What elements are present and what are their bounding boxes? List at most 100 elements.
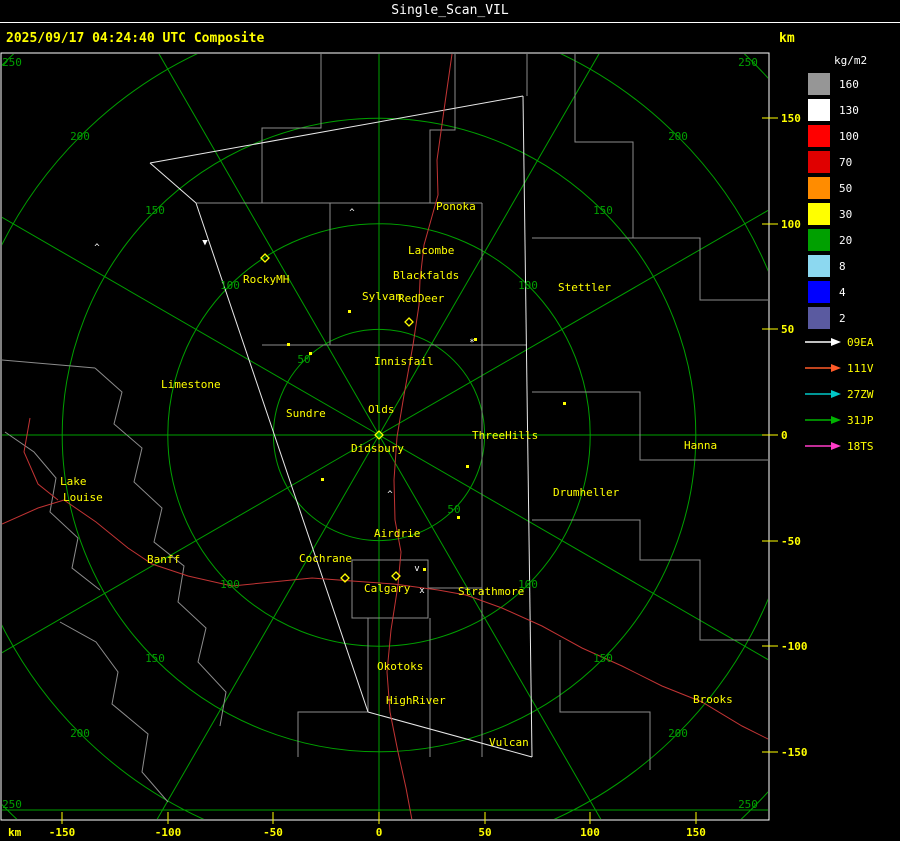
ring-label: 150 bbox=[593, 652, 613, 665]
town-dot bbox=[563, 402, 566, 405]
ring-label: 200 bbox=[668, 727, 688, 740]
city-label: Ponoka bbox=[436, 200, 476, 213]
county-boundary bbox=[532, 519, 768, 641]
radial-line bbox=[378, 209, 768, 436]
legend-entry: 100 bbox=[808, 125, 900, 147]
legend-value: 4 bbox=[839, 285, 846, 299]
city-label: Limestone bbox=[161, 378, 221, 391]
town-dot bbox=[457, 516, 460, 519]
header-row: 2025/09/17 04:24:40 UTC Composite km bbox=[0, 23, 900, 52]
city-label: Sundre bbox=[286, 407, 326, 420]
county-boundary bbox=[261, 54, 322, 203]
storm-track-row: 27ZW bbox=[804, 387, 900, 401]
city-label: HighRiver bbox=[386, 694, 446, 707]
city-label: Calgary bbox=[364, 582, 411, 595]
city-label: Stettler bbox=[558, 281, 611, 294]
ring-label: 200 bbox=[70, 727, 90, 740]
ring-label: 250 bbox=[2, 56, 22, 69]
legend-swatch bbox=[808, 125, 830, 147]
right-axis-label: 0 bbox=[781, 429, 788, 442]
city-label: Lake bbox=[60, 475, 87, 488]
legend-swatch bbox=[808, 73, 830, 95]
city-label: Olds bbox=[368, 403, 395, 416]
storm-arrow-head bbox=[831, 390, 841, 398]
storm-arrow-head bbox=[831, 416, 841, 424]
city-label: Airdrie bbox=[374, 527, 420, 540]
city-label: Cochrane bbox=[299, 552, 352, 565]
legend-value: 30 bbox=[839, 207, 853, 221]
radial-line bbox=[378, 434, 768, 661]
bottom-axis-label: -150 bbox=[49, 826, 76, 839]
storm-cell-marker: ^ bbox=[349, 208, 355, 218]
ring-label: 100 bbox=[220, 578, 240, 591]
storm-track-list: 09EA 111V 27ZW 31JP 18TS bbox=[802, 335, 900, 453]
legend-entry: 50 bbox=[808, 177, 900, 199]
ring-label: 150 bbox=[593, 204, 613, 217]
city-label: Vulcan bbox=[489, 736, 529, 749]
ring-label: 200 bbox=[668, 130, 688, 143]
county-boundary bbox=[59, 621, 169, 803]
legend-value: 8 bbox=[839, 259, 846, 273]
ring-label: 150 bbox=[145, 652, 165, 665]
legend-swatch bbox=[808, 281, 830, 303]
storm-cell-marker: v bbox=[414, 564, 419, 574]
city-labels: Ponoka Lacombe Blackfalds SylvanRedDeer Rock… bbox=[60, 200, 733, 749]
storm-arrow-head bbox=[831, 364, 841, 372]
legend-unit-label: kg/m2 bbox=[834, 54, 868, 67]
city-label: Lacombe bbox=[408, 244, 454, 257]
storm-cell-marker: x bbox=[419, 586, 425, 596]
city-label: Innisfail bbox=[374, 355, 434, 368]
city-label: Okotoks bbox=[377, 660, 423, 673]
bottom-axis-label: 150 bbox=[686, 826, 706, 839]
bottom-axis-label: -100 bbox=[155, 826, 182, 839]
county-boundary bbox=[532, 391, 768, 461]
storm-track-row: 111V bbox=[804, 362, 900, 375]
county-boundary bbox=[297, 711, 368, 757]
legend-swatch bbox=[808, 177, 830, 199]
map-canvas[interactable]: 250 200 150 100 50 100 150 200 250 100 150 200 250 50… bbox=[0, 52, 830, 841]
legend-entries: 160 130 100 70 50 30 20 8 4 2 bbox=[802, 73, 900, 329]
ring-label: 50 bbox=[447, 503, 460, 516]
city-label: RedDeer bbox=[398, 292, 445, 305]
city-label: Hanna bbox=[684, 439, 717, 452]
right-axis-label: 150 bbox=[781, 112, 801, 125]
county-boundary bbox=[94, 367, 227, 727]
radial-line bbox=[156, 434, 380, 819]
right-axis-label: 50 bbox=[781, 323, 794, 336]
legend-value: 160 bbox=[839, 77, 859, 91]
boundary-lines bbox=[2, 54, 768, 803]
storm-cell-marker: ^ bbox=[387, 490, 393, 500]
legend-entry: 30 bbox=[808, 203, 900, 225]
ring-label: 250 bbox=[2, 798, 22, 811]
storm-arrow-head bbox=[831, 442, 841, 450]
bottom-axis-label: -50 bbox=[263, 826, 283, 839]
city-label: Strathmore bbox=[458, 585, 524, 598]
town-dot bbox=[287, 343, 290, 346]
legend-value: 130 bbox=[839, 103, 859, 117]
legend-panel: kg/m2 160 130 100 70 50 30 20 8 4 2 09EA 111V 27ZW 3… bbox=[802, 52, 900, 467]
bottom-axis: -150 -100 -50 0 50 100 150 bbox=[49, 812, 706, 839]
storm-track-id: 31JP bbox=[847, 413, 874, 427]
bottom-axis-label: 50 bbox=[478, 826, 491, 839]
bottom-axis-unit: km bbox=[8, 826, 22, 839]
legend-value: 2 bbox=[839, 311, 846, 325]
storm-track-id: 09EA bbox=[847, 335, 874, 349]
ring-label: 250 bbox=[738, 798, 758, 811]
ring-label: 50 bbox=[297, 353, 310, 366]
legend-entry: 130 bbox=[808, 99, 900, 121]
town-dot bbox=[466, 465, 469, 468]
storm-track-id: 27ZW bbox=[847, 387, 874, 401]
town-dot bbox=[309, 352, 312, 355]
city-label: Sylvan bbox=[362, 290, 402, 303]
ring-label: 250 bbox=[738, 56, 758, 69]
county-boundary bbox=[4, 431, 101, 591]
city-label: Blackfalds bbox=[393, 269, 459, 282]
storm-cell-marker: ^ bbox=[94, 243, 100, 253]
scan-timestamp: 2025/09/17 04:24:40 UTC Composite bbox=[6, 31, 265, 46]
town-dot bbox=[321, 478, 324, 481]
city-label: Louise bbox=[63, 491, 103, 504]
legend-entry: 70 bbox=[808, 151, 900, 173]
legend-swatch bbox=[808, 99, 830, 121]
right-axis-label: -100 bbox=[781, 640, 808, 653]
city-label: ThreeHills bbox=[472, 429, 538, 442]
